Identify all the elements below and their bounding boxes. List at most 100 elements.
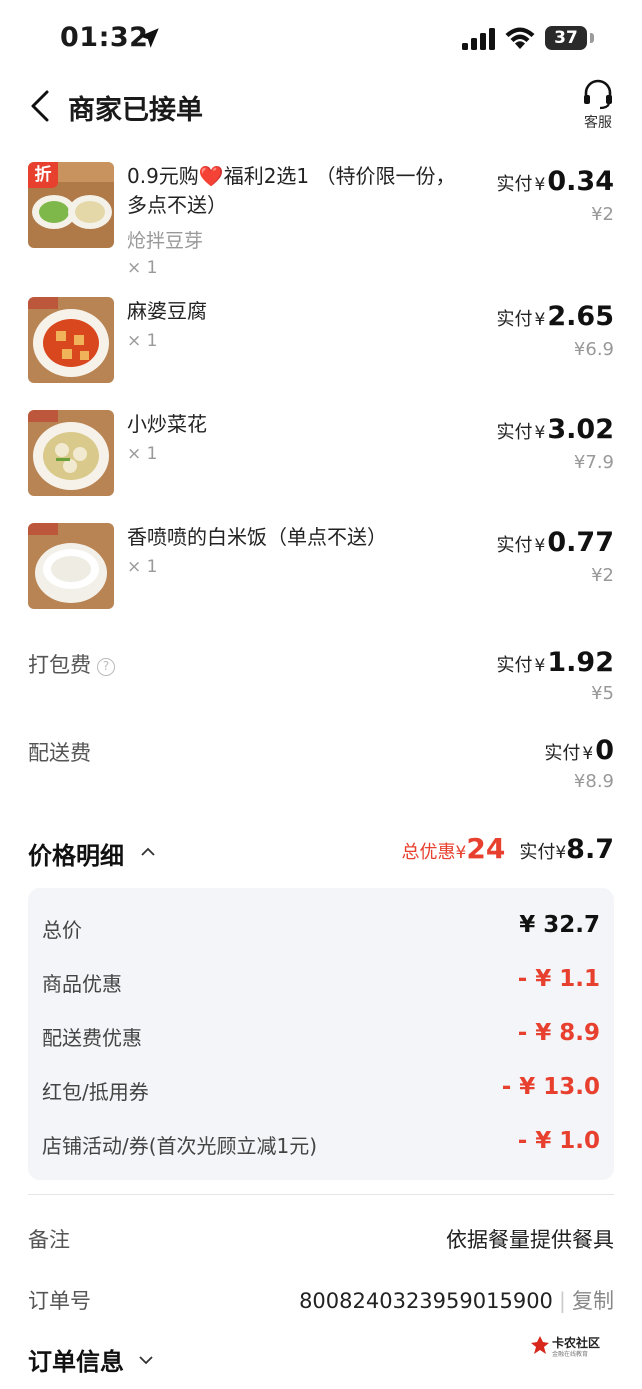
currency-symbol: ¥	[534, 175, 546, 195]
paid-amount: 0.77	[547, 527, 614, 558]
delivery-fee-label: 配送费	[28, 741, 91, 765]
price-row: 总价 ¥ 32.7	[42, 906, 600, 946]
remark-value: 依据餐量提供餐具	[446, 1228, 614, 1252]
remark-label: 备注	[28, 1228, 70, 1252]
watermark: 卡农社区 金融在线教育	[530, 1333, 612, 1361]
currency-symbol: ¥	[534, 536, 546, 556]
item-paid-price: 实付 ¥3.02	[497, 414, 614, 445]
food-thumbnail	[28, 523, 114, 609]
paid-amount: 1.92	[547, 647, 614, 678]
item-original-price: ¥6.9	[573, 339, 614, 360]
copy-button[interactable]: 复制	[572, 1289, 614, 1313]
total-discount-amount: 24	[466, 832, 506, 865]
separator: |	[558, 1289, 566, 1313]
paid-label: 实付	[496, 655, 533, 676]
food-thumbnail	[28, 410, 114, 496]
chevron-up-icon	[141, 847, 155, 856]
item-quantity: × 1	[127, 557, 158, 577]
total-paid-amount: 8.7	[566, 834, 614, 865]
delivery-fee-row: 配送费 实付 ¥0 ¥8.9	[0, 735, 642, 805]
price-row-value: - ¥ 8.9	[517, 1020, 600, 1046]
chevron-down-icon[interactable]	[138, 1355, 154, 1365]
price-row-value: ¥ 32.7	[519, 912, 600, 938]
item-name: 麻婆豆腐	[127, 299, 207, 323]
price-detail-header[interactable]: 价格明细 总优惠¥24 实付¥8.7	[0, 832, 642, 872]
price-row-value: - ¥ 13.0	[501, 1074, 600, 1100]
discount-tag: 折	[28, 162, 58, 188]
paid-label: 实付	[496, 309, 533, 330]
packing-fee-original: ¥5	[591, 683, 614, 704]
paid-label: 实付	[544, 743, 581, 764]
currency-symbol: ¥	[534, 656, 546, 676]
currency-symbol: ¥	[582, 744, 594, 764]
item-original-price: ¥2	[591, 565, 614, 586]
price-row-value: - ¥ 1.1	[517, 966, 600, 992]
status-bar: 01:32 37	[0, 0, 642, 74]
price-row: 配送费优惠 - ¥ 8.9	[42, 1014, 600, 1054]
packing-fee-label: 打包费?	[28, 649, 115, 679]
order-item: 麻婆豆腐 × 1 实付 ¥2.65 ¥6.9	[0, 297, 642, 387]
total-paid-label: 实付	[519, 842, 556, 863]
packing-fee-row: 打包费? 实付 ¥1.92 ¥5	[0, 645, 642, 715]
wifi-icon	[505, 27, 535, 49]
order-number-row: 8008240323959015900 | 复制	[299, 1285, 614, 1315]
item-paid-price: 实付 ¥2.65	[497, 301, 614, 332]
price-detail-title: 价格明细	[28, 842, 124, 870]
page-title: 商家已接单	[68, 95, 203, 126]
order-number-label: 订单号	[28, 1289, 91, 1313]
price-row: 商品优惠 - ¥ 1.1	[42, 960, 600, 1000]
item-quantity: × 1	[127, 331, 158, 351]
item-paid-price: 实付 ¥0.34	[497, 166, 614, 197]
delivery-fee-paid: 实付 ¥0	[544, 735, 614, 766]
price-detail-summary: 总优惠¥24 实付¥8.7	[402, 832, 614, 865]
customer-service-label: 客服	[584, 115, 612, 131]
packing-fee-paid: 实付 ¥1.92	[497, 647, 614, 678]
price-row-value: - ¥ 1.0	[517, 1128, 600, 1154]
price-row: 红包/抵用券 - ¥ 13.0	[42, 1068, 600, 1108]
help-icon[interactable]: ?	[97, 658, 115, 676]
paid-amount: 2.65	[547, 301, 614, 332]
price-detail-panel: 总价 ¥ 32.7 商品优惠 - ¥ 1.1 配送费优惠 - ¥ 8.9 红包/…	[28, 888, 614, 1180]
paid-label: 实付	[496, 535, 533, 556]
item-original-price: ¥2	[591, 204, 614, 225]
price-row-label: 红包/抵用券	[42, 1080, 149, 1104]
order-item: 折 0.9元购❤️福利2选1 （特价限一份，多点不送） 炝拌豆芽 × 1 实付 ¥…	[0, 162, 642, 282]
price-row-label: 店铺活动/券(首次光顾立减1元)	[42, 1134, 318, 1158]
order-item: 香喷喷的白米饭（单点不送） × 1 实付 ¥0.77 ¥2	[0, 523, 642, 613]
watermark-subtext: 金融在线教育	[552, 1351, 589, 1358]
price-row-label: 配送费优惠	[42, 1026, 142, 1050]
currency-symbol: ¥	[455, 843, 467, 863]
paid-amount: 0.34	[547, 166, 614, 197]
price-row: 店铺活动/券(首次光顾立减1元) - ¥ 1.0	[42, 1122, 600, 1162]
currency-symbol: ¥	[534, 310, 546, 330]
item-name: 小炒菜花	[127, 412, 207, 436]
item-name: 0.9元购❤️福利2选1 （特价限一份，多点不送）	[127, 164, 456, 217]
item-paid-price: 实付 ¥0.77	[497, 527, 614, 558]
paid-label: 实付	[496, 174, 533, 195]
order-item: 小炒菜花 × 1 实付 ¥3.02 ¥7.9	[0, 410, 642, 500]
cellular-signal-icon	[462, 28, 495, 50]
battery-tip	[590, 33, 594, 43]
back-arrow-icon[interactable]	[28, 88, 52, 124]
currency-symbol: ¥	[555, 843, 567, 863]
watermark-logo-icon	[531, 1336, 549, 1354]
paid-amount: 3.02	[547, 414, 614, 445]
divider	[28, 1194, 614, 1195]
item-original-price: ¥7.9	[573, 452, 614, 473]
customer-service-button[interactable]: 客服	[578, 78, 618, 132]
item-quantity: × 1	[127, 258, 158, 278]
food-thumbnail	[28, 297, 114, 383]
total-discount-label: 总优惠	[401, 842, 456, 863]
price-row-label: 总价	[42, 918, 82, 942]
packing-fee-text: 打包费	[28, 653, 91, 677]
item-quantity: × 1	[127, 444, 158, 464]
price-row-label: 商品优惠	[42, 972, 122, 996]
order-info-title[interactable]: 订单信息	[28, 1342, 124, 1377]
item-name: 香喷喷的白米饭（单点不送）	[127, 525, 387, 549]
location-arrow-icon	[139, 28, 159, 48]
currency-symbol: ¥	[534, 423, 546, 443]
paid-label: 实付	[496, 422, 533, 443]
battery-indicator: 37	[545, 26, 587, 50]
headset-icon	[584, 79, 612, 110]
item-spec: 炝拌豆芽	[127, 230, 204, 252]
